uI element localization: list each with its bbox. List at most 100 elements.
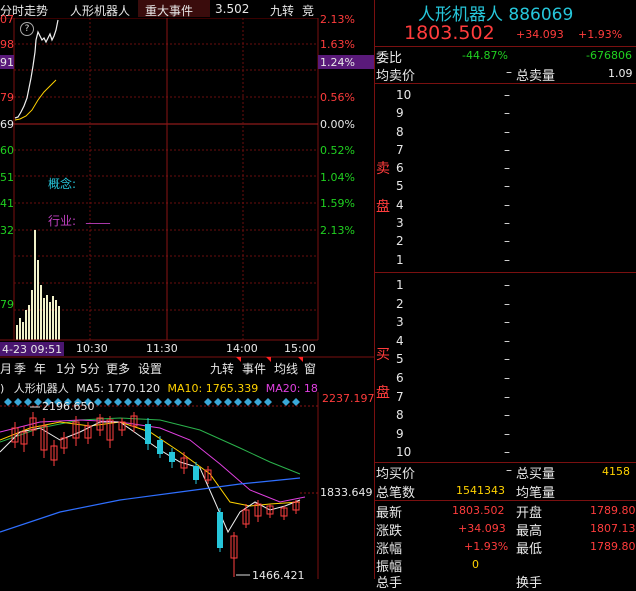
tool-tab-events[interactable]: 事件 — [242, 360, 266, 377]
left-price-label: 41 — [0, 197, 14, 210]
buy-level: 2 — [396, 296, 404, 311]
quote-price: 1803.502 — [404, 22, 495, 44]
period-tab-more[interactable]: 更多 — [106, 360, 130, 377]
period-tab-quarter[interactable]: 季 — [14, 360, 26, 377]
buy-dash: – — [504, 445, 510, 460]
buy-avg-label: 均买价 — [376, 467, 416, 482]
total-vol-label: 总笔数 — [376, 486, 416, 501]
period-tab-year[interactable]: 年 — [34, 360, 46, 377]
stat-label: 换手 — [516, 576, 543, 591]
buy-dash: – — [504, 333, 510, 348]
sell-dash: – — [504, 234, 510, 249]
tool-tab-ma[interactable]: 均线 — [274, 360, 298, 377]
sell-total-value: 1.09 — [608, 67, 633, 80]
sell-dash: – — [504, 216, 510, 231]
sell-side-char: 卖 — [376, 161, 390, 177]
sell-dash: – — [504, 88, 510, 102]
buy-level: 7 — [396, 389, 404, 404]
total-vol-value: 1541343 — [456, 484, 505, 497]
buy-level: 5 — [396, 352, 404, 367]
concept-label: 概念: — [48, 177, 77, 191]
buy-level: 8 — [396, 408, 404, 423]
sell-level: 8 — [396, 124, 404, 139]
sell-dash: – — [504, 161, 510, 176]
buy-level: 10 — [396, 445, 412, 460]
stat-label: 总手 — [376, 576, 403, 591]
help-icon[interactable]: ? — [20, 22, 34, 36]
buy-dash: – — [504, 408, 510, 423]
sell-avg-label: 均卖价 — [376, 69, 416, 84]
right-pct-label: 1.04% — [320, 171, 355, 184]
left-price-label: 79 — [0, 298, 14, 311]
quote-divider — [375, 272, 636, 273]
sell-side-char: 盘 — [376, 199, 390, 215]
sell-level: 9 — [396, 106, 404, 121]
right-pct-label: 1.24% — [320, 56, 355, 69]
stat-value: 0 — [472, 558, 479, 571]
quote-divider — [375, 500, 636, 501]
period-tab-month[interactable]: 月 — [0, 360, 12, 377]
wb-label: 委比 — [376, 51, 403, 66]
period-tab-settings[interactable]: 设置 — [138, 360, 162, 377]
buy-dash: – — [504, 370, 510, 385]
sell-dash: – — [504, 142, 510, 157]
sell-level: 3 — [396, 216, 404, 231]
tool-tab-window[interactable]: 窗 — [304, 360, 316, 377]
left-price-label: 69 — [0, 118, 14, 131]
left-price-label: 98 — [0, 38, 14, 51]
period-tab-1min[interactable]: 1分 — [56, 360, 76, 377]
buy-dashes: – – – – – – – – – – — [504, 276, 510, 462]
sell-level: 10 — [396, 88, 412, 102]
industry-value[interactable]: ____ — [86, 210, 110, 224]
time-start-label: 4-23 09:51 — [2, 343, 63, 356]
kline-right-mid: 1833.649 — [320, 486, 373, 499]
sell-total-label: 总卖量 — [516, 69, 556, 84]
right-pct-label: 0.52% — [320, 144, 355, 157]
sell-level: 4 — [396, 197, 404, 212]
buy-dash: – — [504, 296, 510, 311]
kline-right-top: 2237.197 — [322, 392, 375, 405]
sell-dash: – — [504, 197, 510, 212]
buy-level: 3 — [396, 315, 404, 330]
left-price-label: 51 — [0, 171, 14, 184]
buy-levels: 1 2 3 4 5 6 7 8 9 10 — [396, 276, 411, 462]
time-label: 11:30 — [146, 342, 178, 355]
stat-value: 1789.80 — [590, 540, 636, 553]
left-price-label: 07 — [0, 13, 14, 26]
kline-low-label: 1466.421 — [252, 569, 305, 582]
buy-level: 4 — [396, 333, 404, 348]
stat-label: 开盘 — [516, 506, 543, 521]
stat-value: 1789.80 — [590, 504, 636, 517]
dropdown-marker-icon — [266, 357, 271, 362]
period-tab-5min[interactable]: 5分 — [80, 360, 100, 377]
buy-dash: – — [504, 278, 510, 292]
stat-label: 最低 — [516, 542, 543, 557]
sell-dashes: – – – – – – – – – – — [504, 86, 510, 269]
industry-label: 行业: — [48, 214, 77, 228]
buy-total-label: 总买量 — [516, 467, 556, 482]
buy-dash: – — [504, 352, 510, 367]
sell-avg-value: – — [506, 65, 512, 79]
buy-avg-value: – — [506, 463, 512, 477]
tool-tab-jiuzhuan[interactable]: 九转 — [210, 360, 234, 377]
sell-dash: – — [504, 124, 510, 139]
quote-change: +34.093 — [516, 28, 564, 41]
left-price-label: 79 — [0, 91, 14, 104]
stat-label: 最新 — [376, 506, 403, 521]
sell-dash: – — [504, 179, 510, 194]
time-label: 15:00 — [284, 342, 316, 355]
sell-level: 7 — [396, 142, 404, 157]
stat-label: 最高 — [516, 524, 543, 539]
buy-side-char: 买 — [376, 347, 390, 363]
kline-chart — [0, 392, 319, 579]
sell-side-label: 卖 盘 — [376, 150, 390, 226]
avg-vol-label: 均笔量 — [516, 486, 556, 501]
sell-level: 6 — [396, 161, 404, 176]
kline-high-label: 2196.650 — [42, 400, 95, 413]
right-pct-label: 1.63% — [320, 38, 355, 51]
stat-label: 涨跌 — [376, 524, 403, 539]
sell-level: 5 — [396, 179, 404, 194]
dropdown-marker-icon — [298, 357, 303, 362]
sell-level: 2 — [396, 234, 404, 249]
sell-dash: – — [504, 106, 510, 121]
